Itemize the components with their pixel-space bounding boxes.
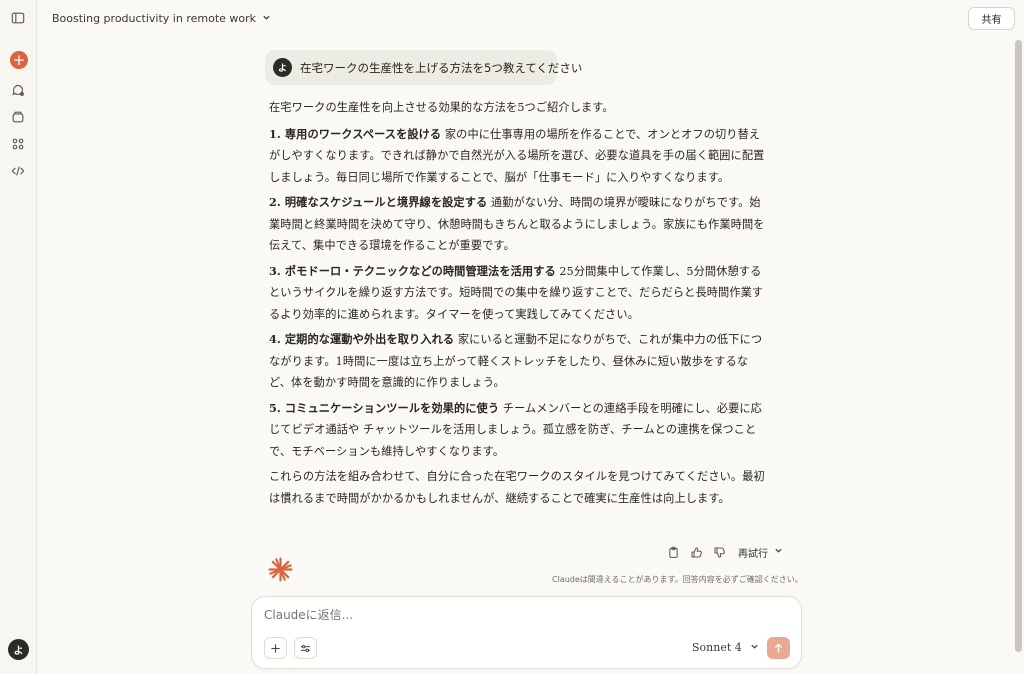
retry-label: 再試行 — [738, 548, 768, 560]
response-item-heading: 3. ポモドーロ・テクニックなどの時間管理法を活用する — [269, 263, 556, 278]
conversation-title[interactable]: Boosting productivity in remote work — [52, 10, 271, 26]
assistant-response: 在宅ワークの生産性を向上させる効果的な方法を5つご紹介します。 1. 専用のワー… — [269, 97, 769, 513]
response-item-heading: 5. コミュニケーションツールを効果的に使う — [269, 400, 500, 415]
response-item: 5. コミュニケーションツールを効果的に使う チームメンバーとの連絡手段を明確に… — [269, 398, 769, 463]
left-rail: + よ — [0, 0, 37, 674]
disclaimer-text: Claudeは間違えることがあります。回答内容を必ずご確認ください。 — [552, 575, 803, 584]
user-avatar[interactable]: よ — [8, 639, 29, 660]
copy-icon[interactable] — [667, 546, 680, 559]
send-button[interactable] — [767, 637, 790, 659]
scrollbar-thumb[interactable] — [1015, 40, 1022, 652]
reply-input[interactable] — [264, 608, 714, 622]
response-item-heading: 2. 明確なスケジュールと境界線を設定する — [269, 195, 488, 209]
composer: Sonnet 4 — [251, 596, 802, 669]
sliders-icon — [300, 644, 311, 652]
scrollbar[interactable] — [1015, 40, 1022, 652]
response-outro: これらの方法を組み合わせて、自分に合った在宅ワークのスタイルを見つけてみてくださ… — [269, 470, 765, 505]
chevron-down-icon — [750, 641, 759, 654]
model-selector[interactable]: Sonnet 4 — [692, 641, 759, 654]
new-chat-button[interactable]: + — [10, 51, 28, 69]
response-item: 1. 専用のワークスペースを設ける 家の中に仕事専用の場所を作ることで、オンとオ… — [269, 124, 769, 189]
response-item-heading: 1. 専用のワークスペースを設ける — [269, 126, 442, 141]
arrow-up-icon — [774, 642, 783, 653]
model-name: Sonnet 4 — [692, 641, 742, 654]
user-message: よ 在宅ワークの生産性を上げる方法を5つ教えてください — [265, 50, 582, 85]
response-item: 4. 定期的な運動や外出を取り入れる 家にいると運動不足になりがちで、これが集中… — [269, 329, 769, 394]
retry-button[interactable]: 再試行 — [738, 545, 783, 560]
response-item-heading: 4. 定期的な運動や外出を取り入れる — [269, 332, 455, 346]
share-button[interactable]: 共有 — [968, 7, 1015, 30]
chevron-down-icon — [774, 546, 783, 558]
response-item: 3. ポモドーロ・テクニックなどの時間管理法を活用する 25分間集中して作業し、… — [269, 261, 769, 326]
sidebar-toggle-icon[interactable] — [7, 7, 29, 29]
response-intro: 在宅ワークの生産性を向上させる効果的な方法を5つご紹介します。 — [269, 101, 614, 114]
thumbs-down-icon[interactable] — [713, 546, 726, 559]
thumbs-up-icon[interactable] — [690, 546, 703, 559]
user-message-text: 在宅ワークの生産性を上げる方法を5つ教えてください — [300, 60, 583, 75]
chevron-down-icon — [262, 12, 271, 25]
chats-icon[interactable] — [7, 79, 29, 101]
plus-icon — [271, 643, 280, 653]
code-icon[interactable] — [7, 160, 29, 182]
projects-icon[interactable] — [7, 106, 29, 128]
claude-spark-icon — [268, 557, 293, 582]
conversation-title-text: Boosting productivity in remote work — [52, 11, 257, 25]
add-attachment-button[interactable] — [264, 637, 287, 659]
response-item: 2. 明確なスケジュールと境界線を設定する 通勤がない分、時間の境界が曖昧になり… — [269, 192, 769, 257]
user-message-avatar: よ — [273, 58, 292, 77]
message-actions: 再試行 — [667, 543, 783, 561]
tools-button[interactable] — [294, 637, 317, 659]
artifacts-icon[interactable] — [7, 133, 29, 155]
